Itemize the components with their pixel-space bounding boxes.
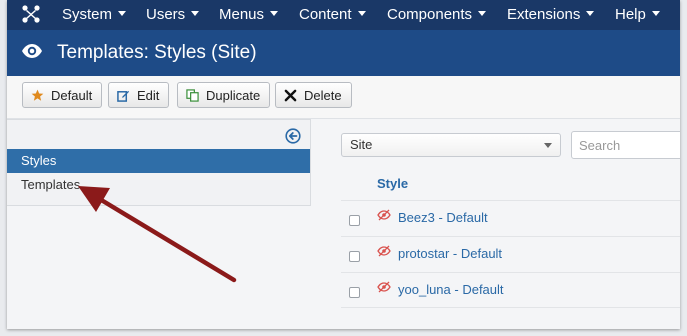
delete-button[interactable]: Delete bbox=[275, 82, 352, 108]
nav-users[interactable]: Users bbox=[146, 6, 200, 23]
copy-icon bbox=[186, 88, 199, 102]
top-navbar: System Users Menus Content Components Ex… bbox=[7, 0, 680, 30]
nav-menus[interactable]: Menus bbox=[219, 6, 279, 23]
close-icon bbox=[284, 89, 297, 101]
caret-down-icon bbox=[651, 11, 660, 16]
eye-icon bbox=[22, 44, 42, 58]
caret-down-icon bbox=[357, 11, 366, 16]
caret-down-icon bbox=[118, 11, 127, 16]
caret-down-icon bbox=[191, 11, 200, 16]
row-link[interactable]: protostar - Default bbox=[398, 246, 502, 261]
row-checkbox[interactable] bbox=[349, 287, 360, 298]
column-header-style[interactable]: Style bbox=[377, 176, 408, 191]
nav-help[interactable]: Help bbox=[615, 6, 660, 23]
nav-components[interactable]: Components bbox=[387, 6, 487, 23]
default-button[interactable]: Default bbox=[22, 82, 103, 108]
caret-down-icon bbox=[270, 11, 279, 16]
nav-system[interactable]: System bbox=[62, 6, 127, 23]
page-header: Templates: Styles (Site) bbox=[7, 30, 680, 76]
edit-icon bbox=[117, 90, 130, 102]
nav-content[interactable]: Content bbox=[299, 6, 366, 23]
caret-down-icon bbox=[478, 11, 487, 16]
toolbar: Default Edit Duplicate Delete bbox=[7, 76, 680, 119]
star-icon bbox=[31, 89, 44, 101]
table-row: Beez3 - Default bbox=[341, 200, 680, 236]
caret-down-icon bbox=[544, 143, 552, 148]
client-select[interactable]: Site bbox=[341, 133, 561, 157]
arrow-circle-left-icon[interactable] bbox=[285, 128, 301, 144]
table-row: yoo_luna - Default bbox=[341, 272, 680, 308]
joomla-logo[interactable] bbox=[21, 4, 41, 24]
sidebar-item-templates[interactable]: Templates bbox=[7, 173, 310, 197]
duplicate-button[interactable]: Duplicate bbox=[177, 82, 271, 108]
sidebar: Styles Templates bbox=[7, 119, 311, 206]
row-checkbox[interactable] bbox=[349, 251, 360, 262]
row-link[interactable]: yoo_luna - Default bbox=[398, 282, 504, 297]
row-checkbox[interactable] bbox=[349, 215, 360, 226]
nav-extensions[interactable]: Extensions bbox=[507, 6, 595, 23]
eye-hidden-icon bbox=[377, 245, 391, 257]
page-title: Templates: Styles (Site) bbox=[57, 42, 257, 63]
table-row: protostar - Default bbox=[341, 236, 680, 272]
search-input[interactable] bbox=[571, 131, 680, 159]
app-window: System Users Menus Content Components Ex… bbox=[7, 0, 680, 329]
caret-down-icon bbox=[586, 11, 595, 16]
row-link[interactable]: Beez3 - Default bbox=[398, 210, 488, 225]
eye-hidden-icon bbox=[377, 209, 391, 221]
eye-hidden-icon bbox=[377, 281, 391, 293]
sidebar-item-styles[interactable]: Styles bbox=[7, 149, 310, 173]
edit-button[interactable]: Edit bbox=[108, 82, 170, 108]
